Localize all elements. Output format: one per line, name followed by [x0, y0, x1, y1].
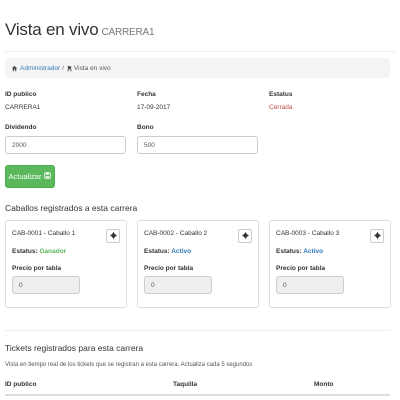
page-title: Vista en vivo CARRERA1	[5, 20, 155, 39]
tickets-section-description: Vista en tiempo real de los tickets que …	[5, 362, 253, 368]
id-publico-label: ID publico	[5, 91, 37, 98]
gear-icon	[373, 231, 381, 241]
gear-icon	[241, 231, 249, 241]
precio-input[interactable]: 0	[12, 276, 80, 294]
horse-settings-button[interactable]	[106, 229, 120, 243]
bono-input[interactable]: 500	[137, 136, 258, 154]
precio-label: Precio por tabla	[276, 265, 326, 272]
page-subtitle: CARRERA1	[101, 27, 155, 38]
horse-card: CAB-0002 - Caballo 2 Estatus: Activo Pre…	[137, 220, 259, 308]
bono-label: Bono	[137, 124, 154, 131]
page-header: Vista en vivo CARRERA1	[5, 20, 395, 52]
tickets-section-title: Tickets registrados para esta carrera	[5, 343, 144, 353]
fecha-value: 17-09-2017	[137, 104, 171, 111]
horses-section-title: Caballos registrados a esta carrera	[5, 203, 138, 213]
horse-status: Estatus: Activo	[276, 248, 324, 255]
column-header-taquilla: Taquilla	[173, 381, 198, 388]
dividendo-input[interactable]: 2000	[5, 136, 126, 154]
precio-input[interactable]: 0	[144, 276, 212, 294]
section-divider	[5, 330, 390, 331]
breadcrumb-home-link[interactable]: Administrador	[20, 65, 60, 72]
horse-status-value: Activo	[171, 248, 192, 255]
horse-status-value: Activo	[303, 248, 324, 255]
precio-label: Precio por tabla	[144, 265, 194, 272]
save-icon	[44, 172, 52, 181]
horse-status: Estatus: Ganador	[12, 248, 67, 255]
table-header-border	[5, 394, 390, 396]
gear-icon	[109, 231, 117, 241]
home-icon	[11, 65, 18, 72]
precio-label: Precio por tabla	[12, 265, 62, 272]
horse-status-value: Ganador	[39, 248, 67, 255]
dividendo-label: Dividendo	[5, 124, 37, 131]
breadcrumb-separator: /	[62, 64, 64, 72]
horse-status: Estatus: Activo	[144, 248, 192, 255]
breadcrumb-current: Vista en vivo	[73, 64, 111, 72]
horse-card-title: CAB-0002 - Caballo 2	[144, 230, 208, 237]
horse-card: CAB-0001 - Caballo 1 Estatus: Ganador Pr…	[5, 220, 127, 308]
column-header-monto: Monto	[314, 381, 334, 388]
column-header-id: ID publico	[5, 381, 37, 388]
horse-card: CAB-0003 - Caballo 3 Estatus: Activo Pre…	[269, 220, 391, 308]
estatus-label: Estatus	[269, 91, 293, 98]
actualizar-button-label: Actualizar	[8, 172, 42, 181]
estatus-value: Cerrada	[269, 104, 293, 111]
horse-card-title: CAB-0001 - Caballo 1	[12, 230, 76, 237]
actualizar-button[interactable]: Actualizar	[5, 165, 55, 188]
horse-card-title: CAB-0003 - Caballo 3	[276, 230, 340, 237]
horse-settings-button[interactable]	[370, 229, 384, 243]
horse-icon	[66, 65, 73, 72]
precio-input[interactable]: 0	[276, 276, 344, 294]
id-publico-value: CARRERA1	[5, 104, 41, 111]
fecha-label: Fecha	[137, 91, 156, 98]
horse-settings-button[interactable]	[238, 229, 252, 243]
breadcrumb: Administrador / Vista en vivo	[5, 58, 390, 78]
